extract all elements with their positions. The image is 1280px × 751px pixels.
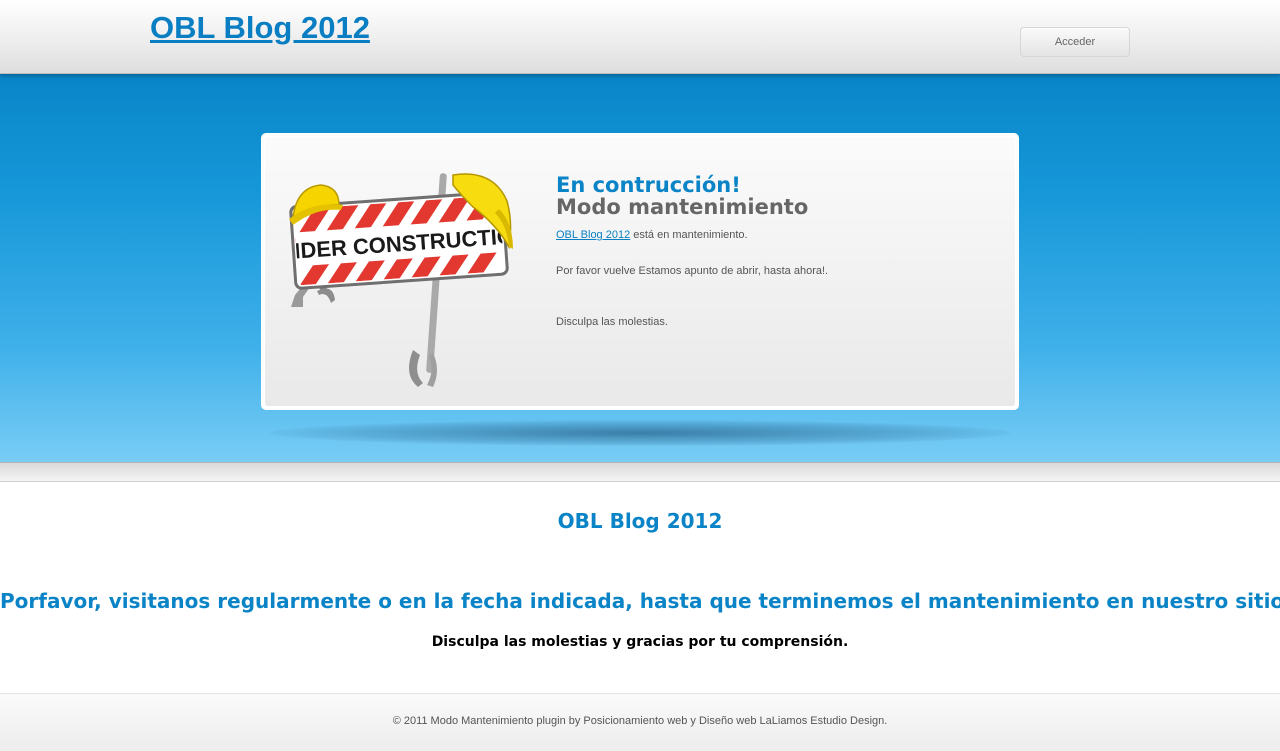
site-link[interactable]: OBL Blog 2012	[556, 229, 630, 241]
footer: © 2011 Modo Mantenimiento plugin by Posi…	[0, 693, 1280, 751]
maintenance-notice: OBL Blog 2012 está en mantenimiento.	[556, 229, 748, 241]
login-button[interactable]: Acceder	[1020, 27, 1130, 57]
hero-bottom-edge	[0, 462, 1280, 482]
maintenance-panel: UNDER CONSTRUCTION En contrucción! Modo …	[261, 133, 1019, 410]
site-title-link[interactable]: OBL Blog 2012	[150, 10, 370, 46]
return-message: Por favor vuelve Estamos apunto de abrir…	[556, 265, 829, 277]
panel-shadow	[270, 420, 1010, 446]
panel-heading-secondary: Modo mantenimiento	[556, 195, 809, 219]
under-construction-image: UNDER CONSTRUCTION	[289, 173, 513, 387]
maintenance-panel-body: UNDER CONSTRUCTION En contrucción! Modo …	[265, 137, 1015, 406]
panel-heading-primary: En contrucción!	[556, 173, 741, 197]
header-bar: OBL Blog 2012 Acceder	[0, 0, 1280, 74]
maintenance-suffix: está en mantenimiento.	[630, 229, 748, 241]
content-title: OBL Blog 2012	[557, 509, 723, 533]
content-apology: Disculpa las molestias y gracias por tu …	[431, 634, 849, 650]
content-message: Porfavor, visitanos regularmente o en la…	[0, 589, 1280, 613]
footer-credits: © 2011 Modo Mantenimiento plugin by Posi…	[392, 715, 888, 727]
panel-apology: Disculpa las molestias.	[556, 316, 668, 328]
